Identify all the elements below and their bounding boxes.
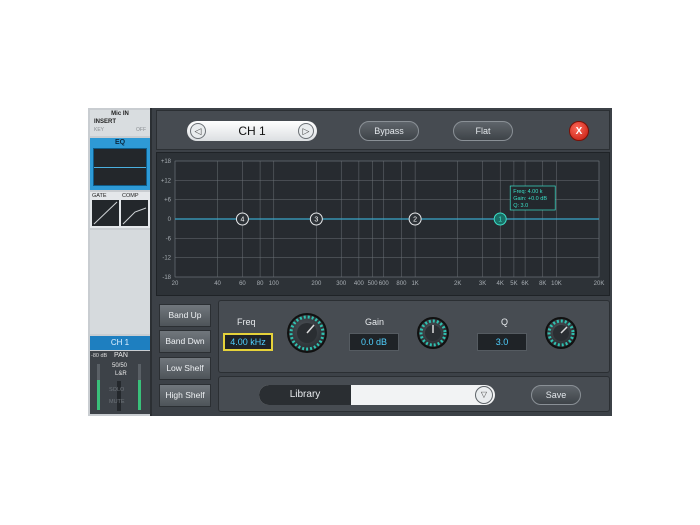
freq-tick-label: 60: [239, 281, 246, 287]
band-down-button[interactable]: Band Dwn: [159, 330, 211, 353]
input-section[interactable]: Mic IN INSERT KEY OFF: [90, 110, 150, 136]
meter-db-label: -80 dB: [91, 353, 108, 359]
comp-button[interactable]: [121, 200, 148, 226]
library-dropdown-icon[interactable]: ▽: [475, 386, 493, 404]
gain-tick-label: +12: [161, 178, 172, 184]
fader-track[interactable]: [117, 381, 121, 411]
channel-strip-blank: [90, 230, 150, 334]
key-label: KEY: [94, 127, 105, 133]
gain-tick-label: 0: [168, 217, 172, 223]
q-label: Q: [501, 317, 509, 327]
freq-tick-label: 20K: [594, 281, 605, 287]
freq-tick-label: 40: [214, 281, 221, 287]
q-value[interactable]: 3.0: [477, 333, 527, 351]
gain-tick-label: +18: [161, 159, 172, 165]
top-bar: ◁ CH 1 ▷ Bypass Flat X: [156, 110, 610, 150]
low-shelf-button[interactable]: Low Shelf: [159, 357, 211, 380]
gate-curve-icon: [93, 201, 118, 225]
eq-graph-canvas[interactable]: 20 40 60 80 100 200 300 400 500 600 800 1K 2K 3K 4K 5K 6…: [157, 153, 611, 297]
freq-tick-label: 80: [257, 281, 264, 287]
band-handle-label: 3: [314, 217, 318, 224]
band-handle-label: 4: [240, 217, 244, 224]
channel-strip: Mic IN INSERT KEY OFF EQ GATE COMP CH 1 …: [88, 108, 152, 416]
freq-tick-label: 5K: [510, 281, 517, 287]
gain-tick-label: -6: [166, 236, 172, 242]
freq-tick-label: 2K: [454, 281, 461, 287]
pan-section: -80 dB PAN 50/50 L&R SOLO MUTE: [90, 351, 150, 414]
gain-knob[interactable]: [417, 317, 449, 349]
dynamics-section: GATE COMP: [90, 192, 150, 228]
freq-tick-label: 300: [336, 281, 347, 287]
band-handle-label: 1: [498, 217, 502, 224]
gain-tick-label: -18: [162, 275, 171, 281]
gate-button[interactable]: [92, 200, 119, 226]
meter-right: [138, 364, 141, 410]
q-knob-dial-icon: [547, 319, 575, 347]
close-button[interactable]: X: [569, 121, 589, 141]
eq-section-button[interactable]: EQ: [90, 138, 150, 190]
freq-tick-label: 10K: [551, 281, 562, 287]
band-tooltip-line: Gain: +0.0 dB: [513, 196, 547, 202]
insert-off-label: OFF: [136, 127, 146, 133]
library-selector[interactable]: Library ▽: [259, 385, 495, 405]
eq-graph[interactable]: 20 40 60 80 100 200 300 400 500 600 800 1K 2K 3K 4K 5K 6…: [156, 152, 610, 296]
previous-channel-button[interactable]: ◁: [190, 123, 206, 139]
bypass-button[interactable]: Bypass: [359, 121, 419, 141]
freq-tick-label: 1K: [411, 281, 418, 287]
band-handle-label: 2: [413, 217, 417, 224]
high-shelf-button[interactable]: High Shelf: [159, 384, 211, 407]
input-source-label: Mic IN: [111, 111, 129, 117]
pan-value[interactable]: 50/50: [112, 363, 127, 369]
band-tooltip-line: Q: 3.0: [513, 203, 528, 209]
freq-tick-label: 100: [269, 281, 280, 287]
gain-tick-label: -12: [162, 256, 171, 262]
comp-curve-icon: [122, 207, 147, 225]
freq-tick-label: 8K: [539, 281, 546, 287]
comp-label: COMP: [122, 193, 139, 199]
freq-tick-label: 500: [368, 281, 379, 287]
flat-button[interactable]: Flat: [453, 121, 513, 141]
freq-knob-dial-icon: [289, 315, 325, 351]
insert-label: INSERT: [94, 119, 117, 125]
freq-tick-label: 20: [172, 281, 179, 287]
band-up-button[interactable]: Band Up: [159, 304, 211, 327]
freq-tick-label: 4K: [497, 281, 504, 287]
eq-thumbnail: [93, 148, 147, 186]
library-label: Library: [259, 385, 351, 405]
gain-tick-label: +6: [164, 198, 172, 204]
freq-tick-label: 3K: [479, 281, 486, 287]
q-knob[interactable]: [545, 317, 577, 349]
gate-label: GATE: [92, 193, 107, 199]
band-tooltip-line: Freq: 4.00 k: [513, 189, 543, 195]
channel-name: CH 1: [238, 124, 266, 138]
lr-assign-label[interactable]: L&R: [115, 371, 127, 377]
freq-tick-label: 6K: [521, 281, 528, 287]
next-channel-button[interactable]: ▷: [298, 123, 314, 139]
freq-value[interactable]: 4.00 kHz: [223, 333, 273, 351]
gain-value[interactable]: 0.0 dB: [349, 333, 399, 351]
mute-label[interactable]: MUTE: [109, 399, 125, 405]
pan-label: PAN: [114, 352, 128, 359]
meter-left: [97, 364, 100, 410]
freq-knob[interactable]: [287, 313, 327, 353]
freq-label: Freq: [237, 317, 256, 327]
freq-tick-label: 600: [379, 281, 390, 287]
freq-tick-label: 400: [354, 281, 365, 287]
save-button[interactable]: Save: [531, 385, 581, 405]
library-bar: Library ▽ Save: [218, 376, 610, 412]
solo-label[interactable]: SOLO: [109, 387, 124, 393]
channel-selector: ◁ CH 1 ▷: [187, 121, 317, 141]
freq-tick-label: 800: [396, 281, 407, 287]
freq-tick-label: 200: [311, 281, 322, 287]
band-parameters: Freq 4.00 kHz Gain 0.0 dB Q 3.0: [218, 300, 610, 373]
eq-window: Mic IN INSERT KEY OFF EQ GATE COMP CH 1 …: [88, 108, 612, 416]
eq-label: EQ: [114, 139, 126, 146]
gain-knob-dial-icon: [419, 319, 447, 347]
channel-name-tab[interactable]: CH 1: [90, 336, 150, 350]
gain-label: Gain: [365, 317, 385, 327]
